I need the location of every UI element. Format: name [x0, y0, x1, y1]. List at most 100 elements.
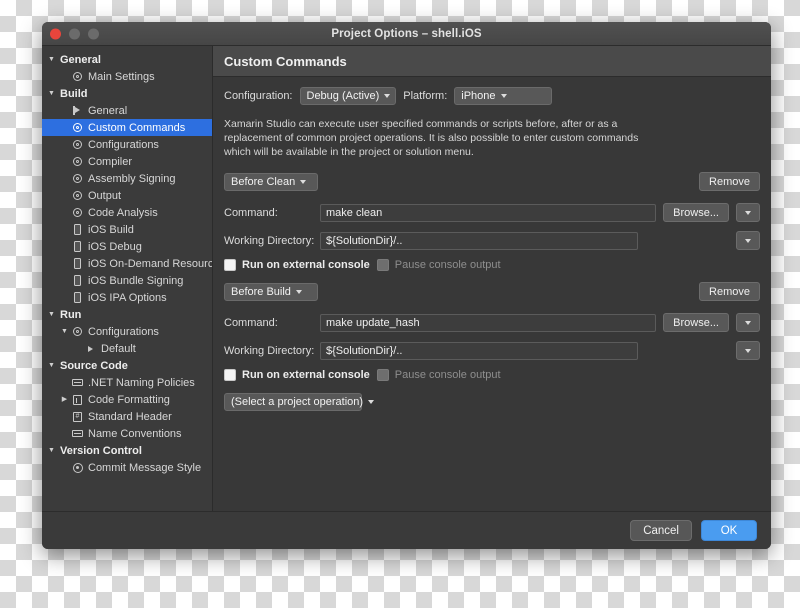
configuration-dropdown[interactable]: Debug (Active): [299, 87, 397, 105]
sidebar-item-main-settings[interactable]: Main Settings: [42, 68, 212, 85]
sidebar-item-version-control[interactable]: ▼ Version Control: [42, 442, 212, 459]
ok-button[interactable]: OK: [701, 520, 757, 541]
platform-label: Platform:: [403, 90, 448, 102]
pause-console-output-option: Pause console output: [376, 259, 501, 271]
remove-button[interactable]: Remove: [699, 282, 760, 301]
operation-value: Before Clean: [231, 175, 296, 188]
disclosure-open-icon[interactable]: ▼: [46, 447, 57, 454]
minimize-button[interactable]: [69, 28, 80, 39]
gear-icon: [70, 191, 85, 200]
disclosure-open-icon[interactable]: ▼: [46, 362, 57, 369]
sidebar-item-run[interactable]: ▼ Run: [42, 306, 212, 323]
command-input[interactable]: make update_hash: [320, 313, 657, 332]
sidebar-item-ios-debug[interactable]: iOS Debug: [42, 238, 212, 255]
sidebar-item-custom-commands[interactable]: Custom Commands: [42, 119, 212, 136]
disclosure-closed-icon[interactable]: ▶: [59, 396, 70, 403]
settings-sidebar[interactable]: ▼ General Main Settings ▼ Build General Cus…: [42, 46, 213, 511]
add-project-operation-dropdown[interactable]: (Select a project operation): [224, 393, 375, 411]
sidebar-item-code-analysis[interactable]: Code Analysis: [42, 204, 212, 221]
custom-command-block: Before Clean Remove Command: make clean Brow…: [224, 172, 760, 271]
command-options-dropdown[interactable]: [736, 203, 760, 222]
working-directory-options-dropdown[interactable]: [736, 341, 760, 360]
sidebar-item-default[interactable]: Default: [42, 340, 212, 357]
working-directory-input[interactable]: ${SolutionDir}/..: [320, 231, 638, 250]
disclosure-open-icon[interactable]: ▼: [46, 90, 57, 97]
sidebar-item-label: Build: [60, 87, 88, 100]
sidebar-item-configurations[interactable]: ▼ Configurations: [42, 323, 212, 340]
remove-button[interactable]: Remove: [699, 172, 760, 191]
sidebar-item-compiler[interactable]: Compiler: [42, 153, 212, 170]
run-on-external-console-option[interactable]: Run on external console: [224, 259, 370, 271]
sidebar-item-label: iOS Build: [88, 223, 134, 236]
sidebar-item-label: .NET Naming Policies: [88, 376, 195, 389]
working-directory-field-row: Working Directory: ${SolutionDir}/..: [224, 231, 760, 250]
gear-icon: [70, 140, 85, 149]
run-on-external-console-checkbox[interactable]: [224, 259, 236, 271]
disclosure-open-icon[interactable]: ▼: [46, 311, 57, 318]
working-directory-label: Working Directory:: [224, 234, 315, 247]
operation-dropdown[interactable]: Before Build: [224, 282, 318, 301]
chevron-down-icon: [379, 94, 395, 98]
sidebar-item-ios-build[interactable]: iOS Build: [42, 221, 212, 238]
working-directory-input[interactable]: ${SolutionDir}/..: [320, 341, 638, 360]
browse-button[interactable]: Browse...: [663, 203, 729, 222]
sidebar-item-label: General: [60, 53, 101, 66]
disclosure-open-icon[interactable]: ▼: [59, 328, 70, 335]
card-icon: [70, 430, 85, 437]
sidebar-item-code-formatting[interactable]: ▶ Code Formatting: [42, 391, 212, 408]
phone-icon: [70, 292, 85, 303]
run-on-external-console-checkbox[interactable]: [224, 369, 236, 381]
platform-value: iPhone: [461, 90, 496, 102]
gear-icon: [70, 157, 85, 166]
sidebar-item-label: iOS Debug: [88, 240, 142, 253]
working-directory-label: Working Directory:: [224, 344, 315, 357]
command-options-dropdown[interactable]: [736, 313, 760, 332]
operation-dropdown[interactable]: Before Clean: [224, 172, 318, 191]
sidebar-item-standard-header[interactable]: # Standard Header: [42, 408, 212, 425]
platform-dropdown[interactable]: iPhone: [454, 87, 553, 105]
cancel-button[interactable]: Cancel: [630, 520, 692, 541]
sidebar-item-label: Configurations: [88, 138, 159, 151]
chevron-down-icon: [295, 179, 311, 184]
command-input[interactable]: make clean: [320, 203, 657, 222]
chevron-down-icon: [496, 94, 512, 98]
sidebar-item-general[interactable]: General: [42, 102, 212, 119]
run-on-external-console-label: Run on external console: [242, 369, 370, 381]
sidebar-item-build[interactable]: ▼ Build: [42, 85, 212, 102]
sidebar-item-label: Custom Commands: [88, 121, 186, 134]
phone-icon: [70, 224, 85, 235]
sidebar-item-configurations[interactable]: Configurations: [42, 136, 212, 153]
sidebar-item-label: Default: [101, 342, 136, 355]
sidebar-item-name-conventions[interactable]: Name Conventions: [42, 425, 212, 442]
sidebar-item-output[interactable]: Output: [42, 187, 212, 204]
sidebar-item-net-naming-policies[interactable]: .NET Naming Policies: [42, 374, 212, 391]
sidebar-item-label: Code Formatting: [88, 393, 170, 406]
content-header: Custom Commands: [213, 46, 771, 77]
sidebar-item-ios-ipa-options[interactable]: iOS IPA Options: [42, 289, 212, 306]
sidebar-item-ios-on-demand-resources[interactable]: iOS On-Demand Resources: [42, 255, 212, 272]
chevron-down-icon: [291, 289, 307, 294]
run-on-external-console-option[interactable]: Run on external console: [224, 369, 370, 381]
flag-icon: [70, 106, 85, 115]
sidebar-item-label: Source Code: [60, 359, 128, 372]
card-icon: [70, 379, 85, 386]
disclosure-open-icon[interactable]: ▼: [46, 56, 57, 63]
maximize-button[interactable]: [88, 28, 99, 39]
window-titlebar: Project Options – shell.iOS: [42, 22, 771, 46]
sidebar-item-ios-bundle-signing[interactable]: iOS Bundle Signing: [42, 272, 212, 289]
working-directory-options-dropdown[interactable]: [736, 231, 760, 250]
sidebar-item-assembly-signing[interactable]: Assembly Signing: [42, 170, 212, 187]
configuration-label: Configuration:: [224, 90, 293, 102]
browse-button[interactable]: Browse...: [663, 313, 729, 332]
sidebar-item-general[interactable]: ▼ General: [42, 51, 212, 68]
close-button[interactable]: [50, 28, 61, 39]
command-label: Command:: [224, 206, 278, 219]
target-icon: [70, 462, 85, 473]
sidebar-item-commit-message-style[interactable]: Commit Message Style: [42, 459, 212, 476]
sidebar-item-source-code[interactable]: ▼ Source Code: [42, 357, 212, 374]
